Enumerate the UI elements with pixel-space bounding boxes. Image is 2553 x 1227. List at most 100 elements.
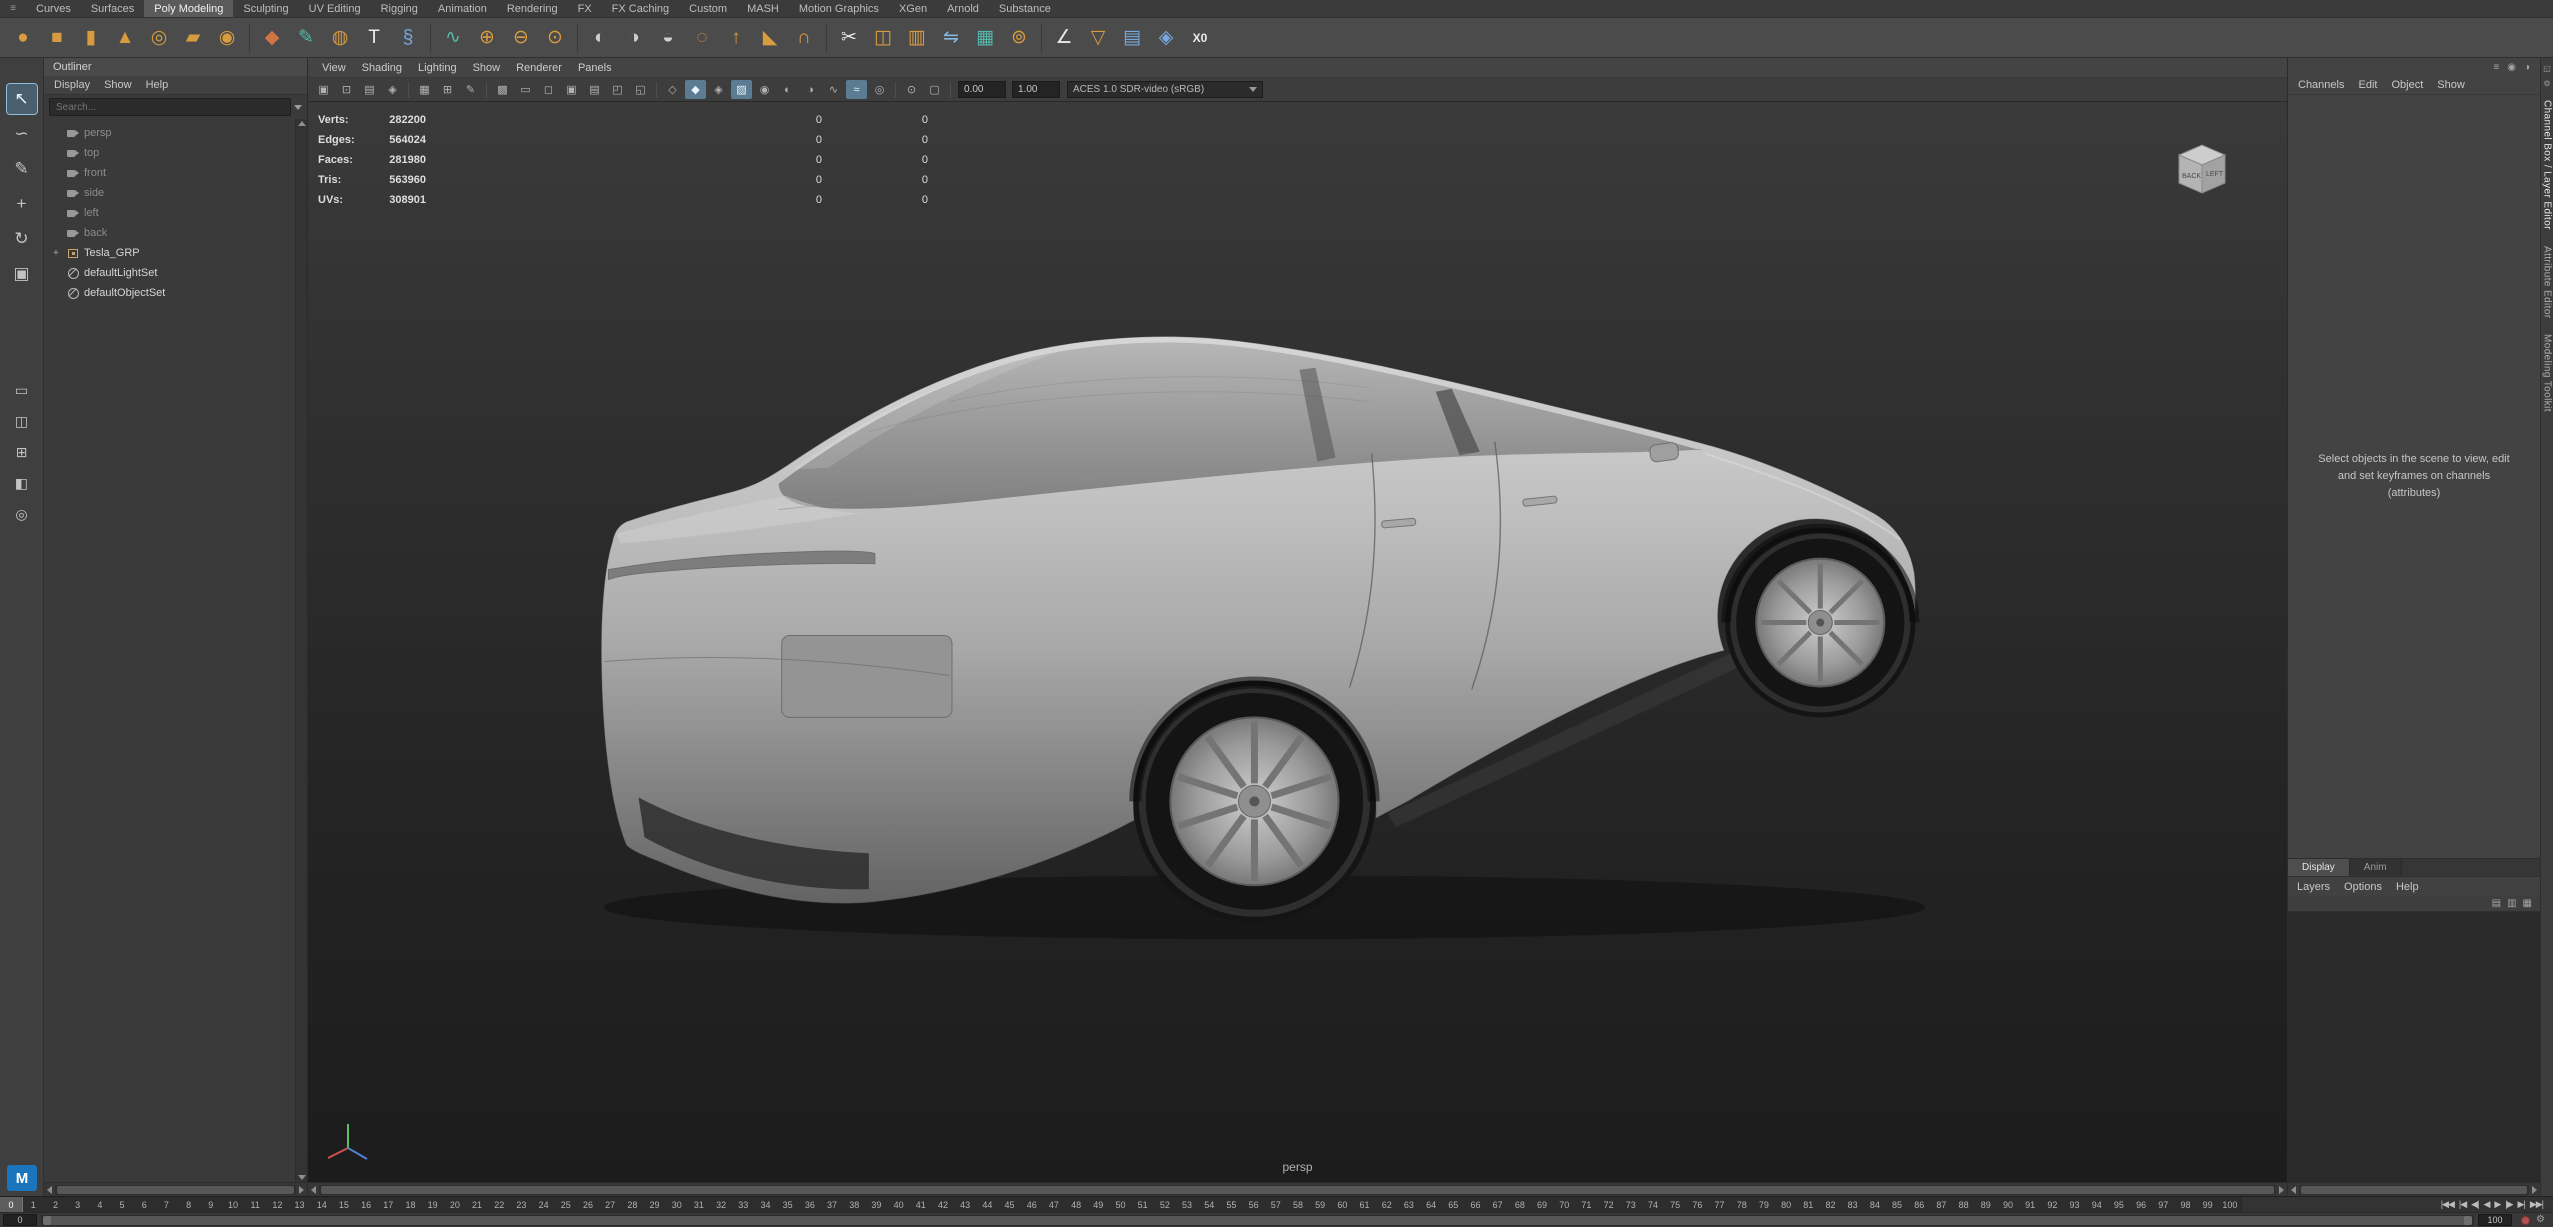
- timeline-frame-24[interactable]: 24: [533, 1197, 555, 1212]
- layout-four-panes[interactable]: ⊞: [7, 439, 37, 465]
- select-camera-icon[interactable]: ▣: [313, 80, 334, 99]
- timeline-frame-92[interactable]: 92: [2041, 1197, 2063, 1212]
- outliner-menu-show[interactable]: Show: [104, 79, 132, 91]
- timeline-frame-32[interactable]: 32: [710, 1197, 732, 1212]
- timeline-frame-93[interactable]: 93: [2063, 1197, 2085, 1212]
- timeline-frame-6[interactable]: 6: [133, 1197, 155, 1212]
- timeline-frame-86[interactable]: 86: [1908, 1197, 1930, 1212]
- timeline-frame-62[interactable]: 62: [1376, 1197, 1398, 1212]
- timeline-frame-7[interactable]: 7: [155, 1197, 177, 1212]
- timeline-frame-77[interactable]: 77: [1708, 1197, 1730, 1212]
- shelf-icon-poly-disc[interactable]: ◉: [212, 23, 242, 53]
- outliner-item-persp[interactable]: persp: [44, 123, 295, 143]
- timeline-frame-23[interactable]: 23: [510, 1197, 532, 1212]
- play-forward-button[interactable]: ▶: [2494, 1200, 2501, 1209]
- scroll-thumb[interactable]: [2301, 1185, 2527, 1194]
- timeline-frame-44[interactable]: 44: [976, 1197, 998, 1212]
- timeline-frame-59[interactable]: 59: [1309, 1197, 1331, 1212]
- timeline-frame-10[interactable]: 10: [222, 1197, 244, 1212]
- timeline-frame-27[interactable]: 27: [599, 1197, 621, 1212]
- timeline-frame-99[interactable]: 99: [2197, 1197, 2219, 1212]
- range-start-field[interactable]: [3, 1214, 37, 1226]
- shelf-icon-bevel[interactable]: ◣: [755, 23, 785, 53]
- timeline-ticks[interactable]: 0 01234567891011121314151617181920212223…: [0, 1197, 2241, 1212]
- tesla-car-model[interactable]: [600, 335, 1926, 940]
- outliner-item-defaultlightset[interactable]: defaultLightSet: [44, 263, 295, 283]
- timeline-frame-21[interactable]: 21: [466, 1197, 488, 1212]
- timeline-frame-54[interactable]: 54: [1198, 1197, 1220, 1212]
- outliner-item-left[interactable]: left: [44, 203, 295, 223]
- timeline-frame-50[interactable]: 50: [1109, 1197, 1131, 1212]
- timeline-frame-28[interactable]: 28: [621, 1197, 643, 1212]
- timeline-frame-98[interactable]: 98: [2174, 1197, 2196, 1212]
- scroll-right-icon[interactable]: [2279, 1185, 2284, 1194]
- select-tool[interactable]: ↖: [5, 83, 38, 115]
- shelf-tab-substance[interactable]: Substance: [989, 0, 1061, 17]
- scroll-thumb[interactable]: [321, 1185, 2274, 1194]
- timeline-frame-26[interactable]: 26: [577, 1197, 599, 1212]
- gear-icon[interactable]: ⚙: [2543, 79, 2550, 88]
- timeline-frame-25[interactable]: 25: [555, 1197, 577, 1212]
- play-backward-button[interactable]: ◀: [2483, 1200, 2490, 1209]
- timeline-frame-30[interactable]: 30: [666, 1197, 688, 1212]
- timeline-frame-20[interactable]: 20: [444, 1197, 466, 1212]
- step-forward-key-button[interactable]: ▶|: [2518, 1200, 2526, 1209]
- scene-3d-view[interactable]: [308, 102, 2287, 1182]
- use-all-lights-icon[interactable]: ◉: [754, 80, 775, 99]
- timeline-frame-65[interactable]: 65: [1442, 1197, 1464, 1212]
- channelbox-menu-object[interactable]: Object: [2391, 79, 2423, 91]
- x-ray-icon[interactable]: ▢: [924, 80, 945, 99]
- shelf-icon-target-weld[interactable]: ⊚: [1004, 23, 1034, 53]
- timeline-frame-8[interactable]: 8: [178, 1197, 200, 1212]
- timeline-frame-61[interactable]: 61: [1353, 1197, 1375, 1212]
- shelf-icon-boolean-difference[interactable]: ◑: [619, 23, 649, 53]
- outliner-item-side[interactable]: side: [44, 183, 295, 203]
- timeline-frame-41[interactable]: 41: [910, 1197, 932, 1212]
- shelf-icon-svg-tool[interactable]: §: [393, 23, 423, 53]
- timeline-frame-88[interactable]: 88: [1953, 1197, 1975, 1212]
- timeline-frame-16[interactable]: 16: [355, 1197, 377, 1212]
- timeline-frame-58[interactable]: 58: [1287, 1197, 1309, 1212]
- shelf-icon-platonic-solid[interactable]: ◆: [257, 23, 287, 53]
- timeline-frame-56[interactable]: 56: [1243, 1197, 1265, 1212]
- lasso-tool[interactable]: ∽: [7, 119, 37, 149]
- layout-single-pane[interactable]: ▭: [7, 377, 37, 403]
- shelf-menu-icon[interactable]: ≡: [0, 0, 26, 17]
- shelf-icon-crease-tool[interactable]: ∠: [1049, 23, 1079, 53]
- outliner-menu-display[interactable]: Display: [54, 79, 90, 91]
- range-end-field[interactable]: [2478, 1214, 2513, 1226]
- shelf-icon-smooth[interactable]: ◌: [687, 23, 717, 53]
- timeline-frame-36[interactable]: 36: [799, 1197, 821, 1212]
- timeline-frame-39[interactable]: 39: [865, 1197, 887, 1212]
- timeline-frame-95[interactable]: 95: [2108, 1197, 2130, 1212]
- shelf-icon-sculpt-tool[interactable]: ◍: [325, 23, 355, 53]
- timeline-frame-22[interactable]: 22: [488, 1197, 510, 1212]
- layer-menu-help[interactable]: Help: [2396, 881, 2419, 893]
- timeline-frame-72[interactable]: 72: [1598, 1197, 1620, 1212]
- timeline-frame-57[interactable]: 57: [1265, 1197, 1287, 1212]
- maya-logo[interactable]: M: [7, 1165, 37, 1191]
- isolate-select-icon[interactable]: ⊙: [901, 80, 922, 99]
- range-thumb[interactable]: [43, 1215, 2473, 1225]
- film-gate-icon[interactable]: ▭: [515, 80, 536, 99]
- go-to-start-button[interactable]: |◀◀: [2441, 1200, 2455, 1209]
- lock-camera-icon[interactable]: ⊡: [336, 80, 357, 99]
- view-transform-dropdown[interactable]: ACES 1.0 SDR-video (sRGB): [1067, 81, 1263, 98]
- timeline-frame-74[interactable]: 74: [1642, 1197, 1664, 1212]
- scroll-up-icon[interactable]: [297, 121, 306, 126]
- shelf-icon-poly-plane[interactable]: ▰: [178, 23, 208, 53]
- range-grip-right[interactable]: [2464, 1215, 2473, 1225]
- timeline-frame-79[interactable]: 79: [1753, 1197, 1775, 1212]
- viewport-menu-view[interactable]: View: [316, 62, 352, 74]
- shelf-tab-rendering[interactable]: Rendering: [497, 0, 568, 17]
- view-cube[interactable]: BACK LEFT: [2169, 138, 2235, 200]
- wireframe-icon[interactable]: ◇: [662, 80, 683, 99]
- rotate-tool[interactable]: ↻: [7, 224, 37, 254]
- shelf-icon-retopologize[interactable]: ▤: [1117, 23, 1147, 53]
- shelf-tab-fx-caching[interactable]: FX Caching: [602, 0, 679, 17]
- range-track[interactable]: [41, 1214, 2475, 1226]
- shelf-icon-bridge[interactable]: ∩: [789, 23, 819, 53]
- timeline-frame-19[interactable]: 19: [422, 1197, 444, 1212]
- timeline-frame-31[interactable]: 31: [688, 1197, 710, 1212]
- timeline-frame-34[interactable]: 34: [754, 1197, 776, 1212]
